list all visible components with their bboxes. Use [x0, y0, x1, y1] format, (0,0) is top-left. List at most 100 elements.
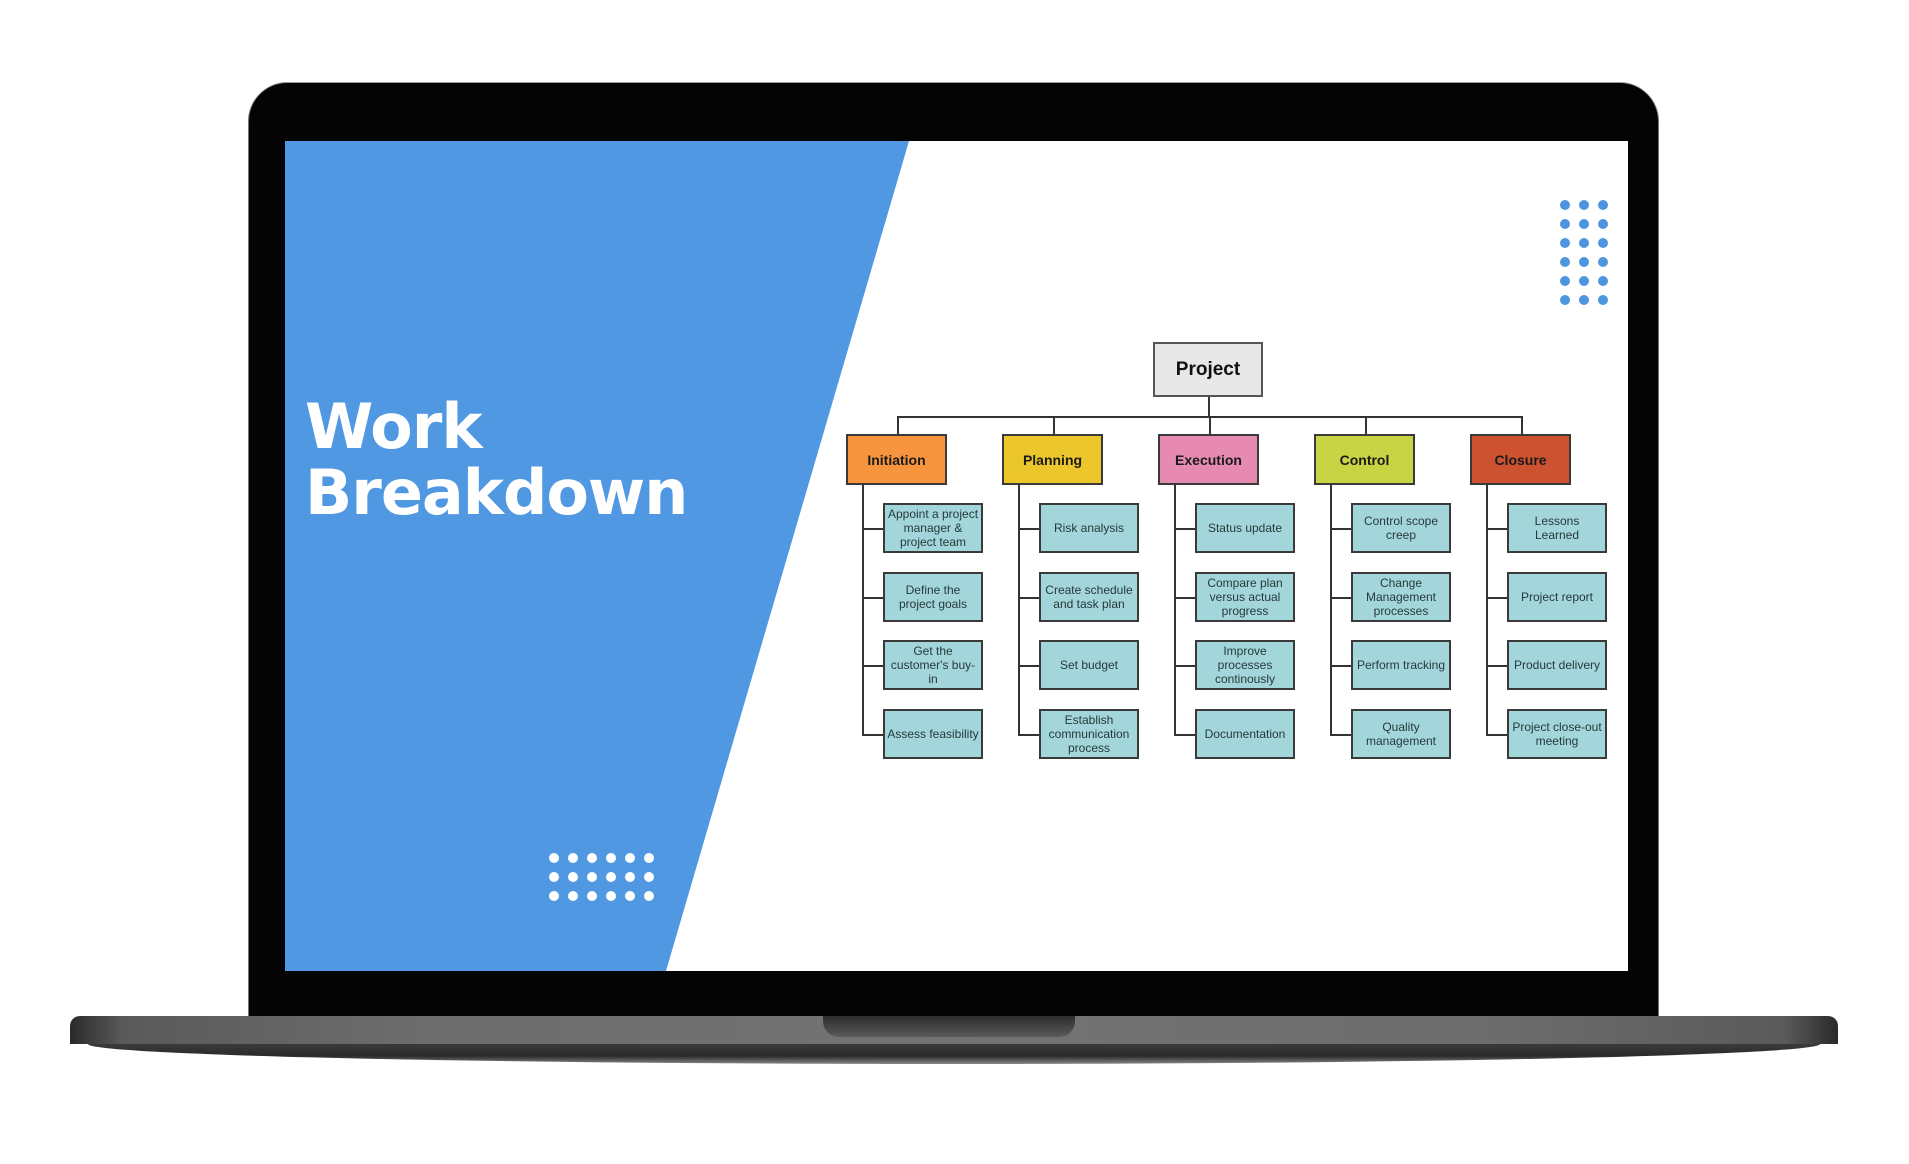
base-bottom-edge: [88, 1044, 1820, 1064]
connector-phase-control: [1364, 416, 1367, 434]
task-node: Improve processes continously: [1195, 640, 1295, 691]
task-node: Project close-out meeting: [1507, 709, 1607, 760]
connector-phase-execution: [1208, 416, 1211, 434]
connector-task: [1174, 528, 1195, 530]
white-dot: [644, 872, 654, 882]
trackpad-notch: [823, 1016, 1075, 1037]
blue-dot: [1598, 295, 1608, 305]
white-dot: [549, 872, 559, 882]
root-node-project: Project: [1153, 342, 1263, 397]
connector-phase-closure: [1520, 416, 1523, 434]
blue-dot: [1560, 257, 1570, 267]
connector-vertical-planning: [1018, 485, 1020, 736]
white-dot: [568, 853, 578, 863]
task-node: Perform tracking: [1351, 640, 1451, 691]
connector-root-down: [1208, 397, 1210, 416]
task-node: Control scope creep: [1351, 503, 1451, 553]
slide-title: Work Breakdown: [305, 390, 688, 529]
blue-dot: [1598, 257, 1608, 267]
white-dot: [568, 891, 578, 901]
white-dot: [568, 872, 578, 882]
phase-node-closure: Closure: [1470, 434, 1571, 485]
blue-dot: [1560, 238, 1570, 248]
white-dot: [587, 853, 597, 863]
blue-dot: [1598, 276, 1608, 286]
task-node: Get the customer's buy-in: [883, 640, 983, 691]
white-dot: [625, 872, 635, 882]
laptop-base: [70, 1016, 1838, 1066]
connector-task: [862, 596, 883, 599]
blue-dot: [1579, 238, 1589, 248]
task-node: Change Management processes: [1351, 571, 1451, 622]
connector-task: [1330, 596, 1351, 599]
title-line-2: Breakdown: [305, 456, 688, 529]
blue-dot: [1560, 295, 1570, 305]
connector-vertical-closure: [1486, 485, 1488, 736]
connector-task: [862, 665, 883, 668]
task-node: Lessons Learned: [1507, 503, 1607, 553]
connector-vertical-execution: [1174, 485, 1176, 736]
connector-task: [1330, 734, 1351, 737]
task-node: Create schedule and task plan: [1039, 571, 1139, 622]
connector-task: [1486, 665, 1507, 668]
blue-diagonal-panel: [285, 141, 909, 971]
white-dot: [587, 872, 597, 882]
blue-dot: [1598, 219, 1608, 229]
connector-task: [1018, 734, 1039, 737]
connector-task: [862, 528, 883, 530]
task-node: Project report: [1507, 571, 1607, 622]
phase-node-execution: Execution: [1158, 434, 1259, 485]
connector-task: [1330, 665, 1351, 668]
connector-task: [1018, 665, 1039, 668]
white-dot: [625, 853, 635, 863]
white-dot: [606, 853, 616, 863]
task-node: Documentation: [1195, 709, 1295, 760]
connector-task: [1018, 528, 1039, 530]
white-dot: [606, 891, 616, 901]
task-node: Define the project goals: [883, 571, 983, 622]
task-node: Appoint a project manager & project team: [883, 503, 983, 553]
connector-task: [1330, 528, 1351, 530]
blue-dot: [1560, 276, 1570, 286]
white-dot: [644, 853, 654, 863]
connector-task: [1174, 596, 1195, 599]
white-dot: [606, 872, 616, 882]
task-node: Assess feasibility: [883, 709, 983, 760]
connector-task: [1486, 596, 1507, 599]
blue-dot: [1579, 200, 1589, 210]
blue-dot: [1579, 257, 1589, 267]
white-dot: [549, 853, 559, 863]
white-dot: [587, 891, 597, 901]
phase-node-planning: Planning: [1002, 434, 1103, 485]
task-node: Product delivery: [1507, 640, 1607, 691]
task-node: Establish communication process: [1039, 709, 1139, 760]
white-dot: [625, 891, 635, 901]
task-node: Quality management: [1351, 709, 1451, 760]
title-line-1: Work: [305, 390, 483, 463]
connector-phase-planning: [1052, 416, 1055, 434]
task-node: Risk analysis: [1039, 503, 1139, 553]
blue-dot: [1598, 200, 1608, 210]
connector-task: [1486, 734, 1507, 737]
laptop-screen: Work Breakdown Project Initiation Appoint…: [285, 141, 1628, 971]
task-node: Status update: [1195, 503, 1295, 553]
connector-task: [1486, 528, 1507, 530]
connector-task: [1018, 596, 1039, 599]
blue-dot: [1598, 238, 1608, 248]
connector-task: [1174, 734, 1195, 737]
blue-dot: [1560, 219, 1570, 229]
blue-dot: [1560, 200, 1570, 210]
connector-vertical-initiation: [862, 485, 864, 736]
connector-phase-initiation: [896, 416, 899, 434]
blue-dot: [1579, 276, 1589, 286]
phase-node-initiation: Initiation: [846, 434, 947, 485]
white-dot: [644, 891, 654, 901]
phase-node-control: Control: [1314, 434, 1415, 485]
connector-vertical-control: [1330, 485, 1332, 736]
blue-dot: [1579, 295, 1589, 305]
connector-task: [1174, 665, 1195, 668]
task-node: Set budget: [1039, 640, 1139, 691]
connector-task: [862, 734, 883, 737]
white-dot: [549, 891, 559, 901]
blue-dot: [1579, 219, 1589, 229]
